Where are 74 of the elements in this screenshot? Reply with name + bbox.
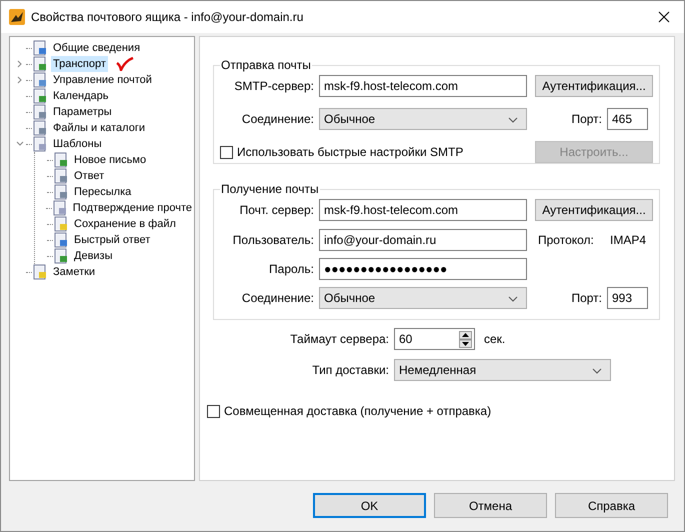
- document-icon: [52, 200, 68, 216]
- chevron-down-icon: [508, 296, 518, 302]
- auth-button[interactable]: Аутентификация...: [535, 75, 653, 97]
- tree-item[interactable]: Параметры: [51, 104, 114, 120]
- tree-item[interactable]: Шаблоны: [51, 136, 104, 152]
- field-label: Соединение:: [240, 290, 314, 307]
- checkbox[interactable]: [207, 404, 220, 418]
- document-icon: [53, 216, 69, 232]
- tree-item[interactable]: Заметки: [51, 264, 98, 280]
- port-field[interactable]: 465: [607, 108, 648, 130]
- close-icon[interactable]: [658, 11, 670, 23]
- chevron-down-icon: [508, 117, 518, 123]
- document-icon: [32, 56, 48, 72]
- field-label: SMTP-сервер:: [233, 78, 314, 95]
- field-label: Таймаут сервера:: [290, 331, 389, 348]
- document-icon: [32, 264, 48, 280]
- port-field[interactable]: 993: [607, 287, 648, 309]
- window-title: Свойства почтового ящика - info@your-domain.ru: [31, 9, 304, 26]
- spin-arrows-icon[interactable]: [459, 330, 472, 348]
- protocol-value: IMAP4: [610, 232, 646, 249]
- chevron-right-icon[interactable]: [16, 76, 24, 84]
- document-icon: [32, 88, 48, 104]
- dialog-button[interactable]: Справка: [555, 493, 668, 518]
- app-logo-icon: [9, 9, 25, 25]
- user-field[interactable]: info@your-domain.ru: [319, 229, 527, 251]
- protocol-label: Протокол:: [538, 232, 594, 249]
- tree-item[interactable]: Транспорт: [51, 56, 108, 72]
- tree-item[interactable]: Быстрый ответ: [72, 232, 152, 248]
- tree-item[interactable]: Календарь: [51, 88, 111, 104]
- field-label: Порт:: [571, 290, 602, 307]
- tree-item[interactable]: Девизы: [72, 248, 115, 264]
- chevron-right-icon[interactable]: [16, 60, 24, 68]
- timeout-spinner[interactable]: 60: [394, 328, 475, 350]
- tree-item[interactable]: Сохранение в файл: [72, 216, 178, 232]
- checkbox-label: Использовать быстрые настройки SMTP: [237, 144, 464, 161]
- document-icon: [32, 72, 48, 88]
- document-icon: [32, 104, 48, 120]
- document-icon: [53, 152, 69, 168]
- document-icon: [53, 184, 69, 200]
- auth-button[interactable]: Аутентификация...: [535, 199, 653, 221]
- document-icon: [53, 168, 69, 184]
- tree-item[interactable]: Новое письмо: [72, 152, 148, 168]
- tree-item[interactable]: Подтверждение прочте: [70, 200, 194, 216]
- checkbox[interactable]: [220, 146, 233, 158]
- dropdown[interactable]: Обычное: [319, 287, 527, 309]
- field-label: Пользователь:: [232, 232, 314, 249]
- tree-item[interactable]: Общие сведения: [51, 40, 142, 56]
- document-icon: [32, 136, 48, 152]
- tree-item[interactable]: Пересылка: [72, 184, 134, 200]
- field-label: Почт. сервер:: [238, 202, 314, 219]
- document-icon: [53, 248, 69, 264]
- chevron-down-icon[interactable]: [16, 140, 24, 148]
- unit-label: сек.: [484, 331, 506, 348]
- password-field[interactable]: ●●●●●●●●●●●●●●●●●: [319, 258, 527, 280]
- dialog-button[interactable]: Отмена: [434, 493, 547, 518]
- group-title: Отправка почты: [220, 57, 312, 74]
- tree-item[interactable]: Ответ: [72, 168, 106, 184]
- smtp-server-field[interactable]: msk-f9.host-telecom.com: [319, 75, 527, 97]
- group-title: Получение почты: [220, 181, 320, 198]
- field-label: Порт:: [571, 111, 602, 128]
- dropdown[interactable]: Обычное: [319, 108, 527, 130]
- chevron-down-icon: [592, 368, 602, 374]
- dropdown[interactable]: Немедленная: [394, 359, 611, 381]
- tree-item[interactable]: Управление почтой: [51, 72, 154, 88]
- checkbox-label: Совмещенная доставка (получение + отправка): [224, 403, 492, 420]
- tree-item[interactable]: Файлы и каталоги: [51, 120, 147, 136]
- document-icon: [53, 232, 69, 248]
- field-label: Соединение:: [240, 111, 314, 128]
- field-label: Тип доставки:: [312, 362, 389, 379]
- document-icon: [32, 40, 48, 56]
- document-icon: [32, 120, 48, 136]
- dialog-button[interactable]: OK: [313, 493, 426, 518]
- mail-server-field[interactable]: msk-f9.host-telecom.com: [319, 199, 527, 221]
- field-label: Пароль:: [268, 261, 314, 278]
